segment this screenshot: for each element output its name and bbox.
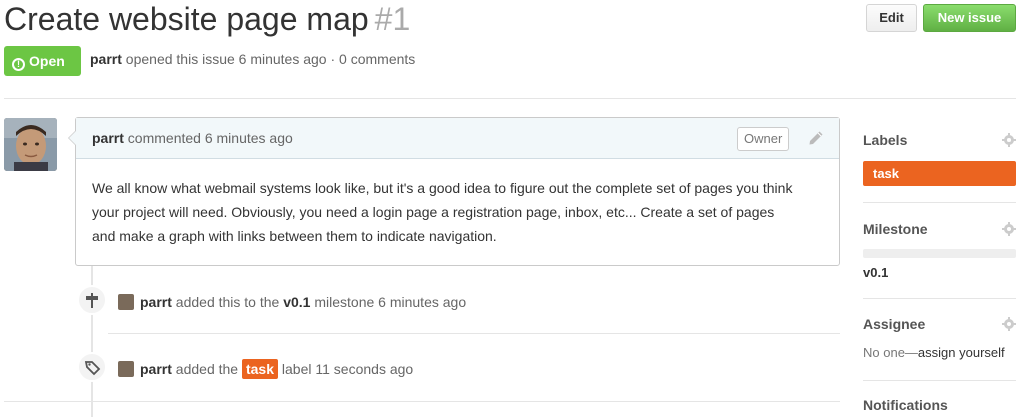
- issue-opened-icon: !: [12, 58, 25, 71]
- pencil-icon[interactable]: [808, 130, 824, 146]
- notifications-heading: Notifications: [863, 397, 948, 413]
- gear-icon[interactable]: [1002, 133, 1016, 147]
- gear-icon[interactable]: [1002, 317, 1016, 331]
- owner-badge: Owner: [737, 127, 790, 151]
- assign-yourself-link[interactable]: assign yourself: [918, 345, 1005, 360]
- sidebar-divider: [863, 202, 1016, 203]
- comment-box: parrt commented 6 minutes ago Owner We a…: [68, 117, 840, 266]
- milestone-badge: [77, 285, 107, 315]
- gear-icon[interactable]: [1002, 222, 1016, 236]
- label-badge: [77, 352, 107, 382]
- issue-number: #1: [374, 1, 411, 37]
- milestone-link[interactable]: v0.1: [863, 265, 888, 280]
- issue-meta: parrt opened this issue 6 minutes ago · …: [90, 51, 415, 67]
- new-issue-button[interactable]: New issue: [923, 4, 1016, 32]
- event-text: added this to the: [175, 294, 280, 310]
- issue-title-text: Create website page map: [4, 1, 369, 37]
- assignee-heading: Assignee: [863, 316, 926, 332]
- timeline-separator: [108, 333, 840, 334]
- timeline-event-milestone: parrt added this to the v0.1 milestone 6…: [118, 292, 466, 312]
- issue-title: Create website page map #1: [4, 0, 410, 38]
- sidebar-label-task[interactable]: task: [863, 161, 1016, 186]
- avatar[interactable]: [118, 361, 134, 377]
- event-text: label 11 seconds ago: [281, 361, 414, 377]
- issue-author-link[interactable]: parrt: [90, 51, 122, 67]
- comment-author-link[interactable]: parrt: [92, 130, 124, 146]
- avatar[interactable]: [118, 294, 134, 310]
- milestone-heading: Milestone: [863, 221, 928, 237]
- avatar-image: [4, 118, 57, 171]
- event-actor[interactable]: parrt: [140, 294, 172, 310]
- milestone-icon: [86, 293, 98, 308]
- labels-heading: Labels: [863, 132, 908, 148]
- task-label[interactable]: task: [241, 359, 279, 379]
- assignee-value: No one—assign yourself: [863, 345, 1005, 360]
- assignee-none: No one—: [863, 345, 918, 360]
- milestone-link[interactable]: v0.1: [283, 294, 310, 310]
- sidebar-divider: [863, 380, 1016, 381]
- comment-header: parrt commented 6 minutes ago Owner: [76, 118, 839, 159]
- event-text: added the: [175, 361, 239, 377]
- event-actor[interactable]: parrt: [140, 361, 172, 377]
- milestone-progress-bar: [863, 249, 1016, 258]
- status-text: Open: [29, 53, 65, 69]
- comment-body: We all know what webmail systems look li…: [92, 180, 793, 244]
- avatar[interactable]: [4, 118, 57, 171]
- comment-time[interactable]: commented 6 minutes ago: [128, 130, 293, 146]
- issue-meta-text: opened this issue 6 minutes ago · 0 comm…: [125, 51, 416, 67]
- tag-icon: [84, 361, 101, 376]
- timeline-separator: [4, 401, 840, 402]
- header-divider: [4, 98, 1016, 99]
- sidebar-divider: [863, 298, 1016, 299]
- edit-button[interactable]: Edit: [866, 4, 917, 32]
- event-text: milestone 6 minutes ago: [314, 294, 467, 310]
- status-badge: ! Open: [4, 46, 81, 76]
- timeline-event-label: parrt added the task label 11 seconds ag…: [118, 359, 413, 379]
